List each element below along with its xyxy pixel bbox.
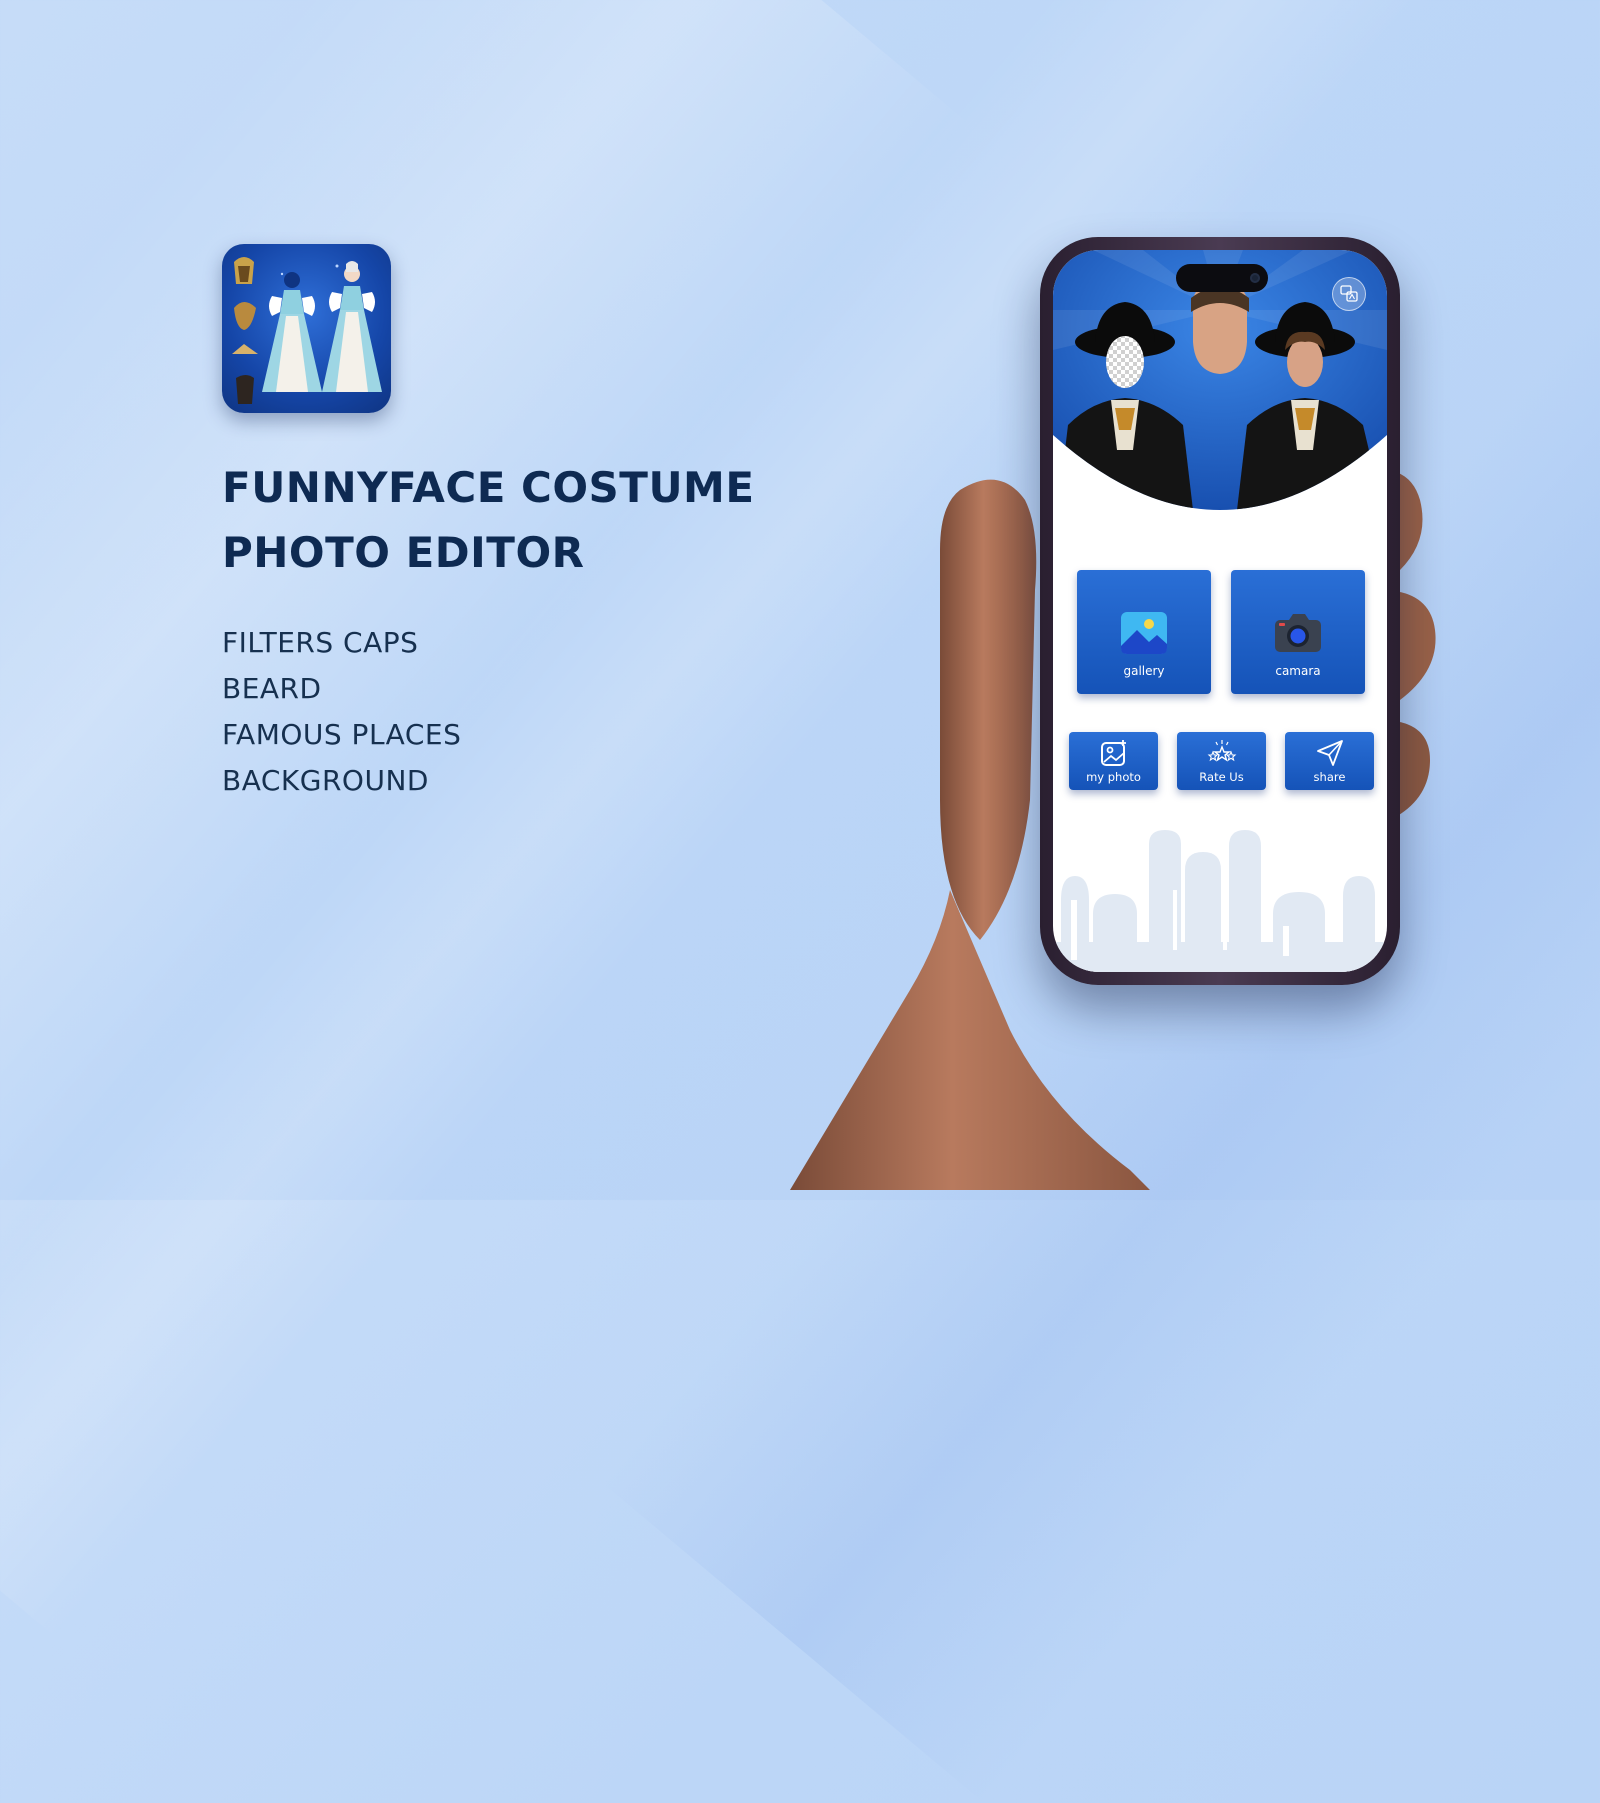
- feature-item: BACKGROUND: [222, 764, 429, 797]
- feature-item: FILTERS CAPS: [222, 626, 419, 659]
- camera-button[interactable]: camara: [1231, 570, 1365, 694]
- star-icon: [1207, 740, 1237, 762]
- rate-us-label: Rate Us: [1199, 770, 1244, 784]
- phone-device: gallery camara my photo Rate Us share: [1040, 237, 1400, 985]
- skyline-decoration: [1053, 830, 1387, 972]
- share-label: share: [1313, 770, 1346, 784]
- feature-list: FILTERS CAPS BEARD FAMOUS PLACES BACKGRO…: [222, 620, 461, 804]
- my-photo-label: my photo: [1086, 770, 1141, 784]
- feature-item: BEARD: [222, 672, 322, 705]
- send-icon: [1317, 740, 1343, 766]
- share-button[interactable]: share: [1285, 732, 1374, 790]
- app-screen: gallery camara my photo Rate Us share: [1053, 250, 1387, 972]
- translate-icon: [1340, 285, 1358, 302]
- costume-illustration: [232, 257, 382, 404]
- translate-button[interactable]: [1332, 277, 1366, 311]
- dynamic-island: [1176, 264, 1268, 292]
- front-camera-icon: [1250, 273, 1260, 283]
- camera-label: camara: [1275, 664, 1321, 678]
- camera-icon: [1275, 614, 1321, 652]
- feature-item: FAMOUS PLACES: [222, 718, 462, 751]
- rate-us-button[interactable]: Rate Us: [1177, 732, 1266, 790]
- gallery-label: gallery: [1123, 664, 1165, 678]
- my-photo-icon: [1101, 740, 1126, 766]
- gallery-button[interactable]: gallery: [1077, 570, 1211, 694]
- my-photo-button[interactable]: my photo: [1069, 732, 1158, 790]
- gallery-icon: [1121, 612, 1167, 654]
- app-icon: [222, 244, 391, 413]
- app-title: FUNNYFACE COSTUME PHOTO EDITOR: [222, 463, 755, 577]
